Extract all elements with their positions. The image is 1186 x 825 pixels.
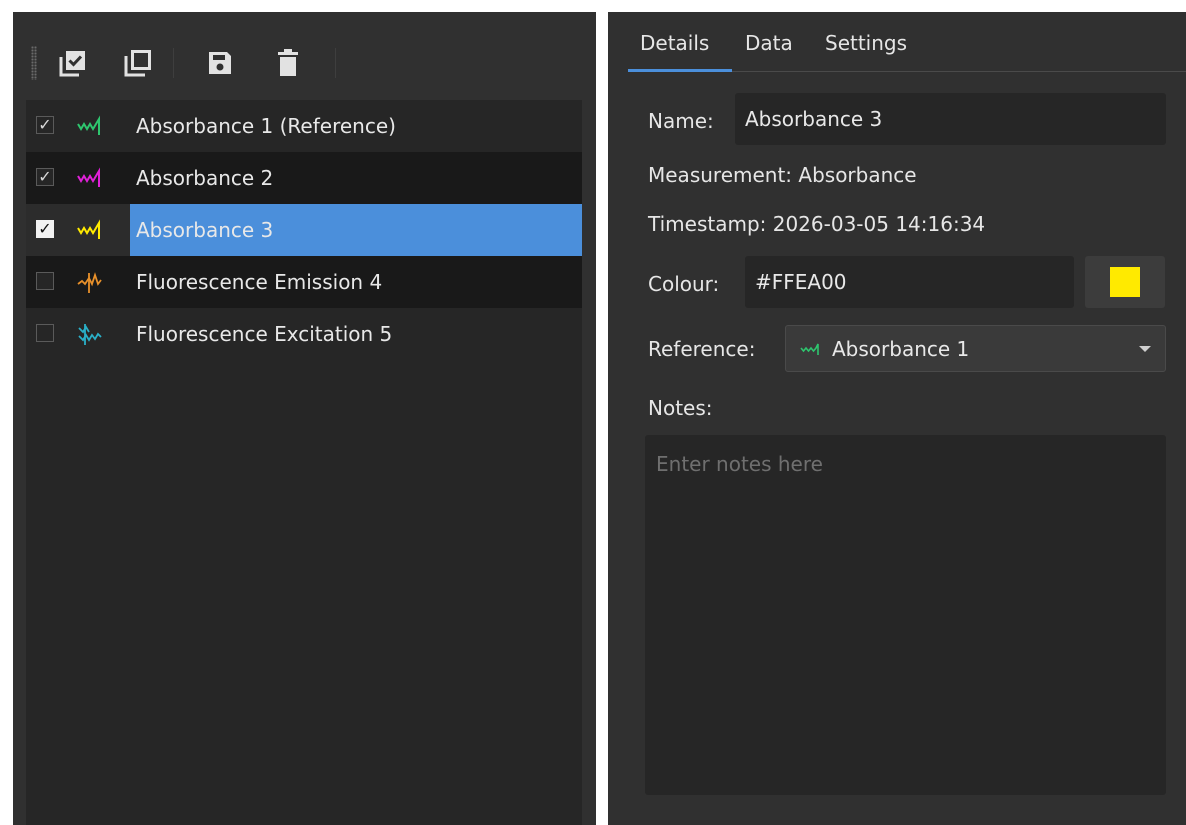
tab-settings[interactable]: Settings [825, 30, 907, 56]
absorbance-wave-icon [77, 167, 100, 187]
measurement-checkbox[interactable] [36, 272, 54, 290]
measurement-row[interactable]: ✓ Absorbance 2 [26, 152, 582, 204]
details-panel: Details Data Settings Name: Absorbance 3… [608, 12, 1186, 825]
measurement-checkbox[interactable]: ✓ [36, 116, 54, 134]
check-all-button[interactable] [55, 45, 91, 81]
save-button[interactable] [202, 45, 238, 81]
reference-dropdown[interactable]: Absorbance 1 [785, 325, 1166, 372]
absorbance-wave-icon [77, 115, 100, 135]
colour-swatch [1110, 267, 1140, 297]
notes-textarea[interactable] [645, 435, 1166, 795]
tab-data[interactable]: Data [745, 30, 793, 56]
name-input[interactable]: Absorbance 3 [735, 93, 1166, 145]
measurement-tree[interactable]: ✓ Absorbance 1 (Reference) ✓ Absorbance … [26, 100, 582, 825]
tab-bar: Details Data Settings [608, 12, 1186, 74]
measurement-label: Absorbance 1 (Reference) [136, 114, 396, 138]
reference-selected-value: Absorbance 1 [832, 337, 970, 361]
delete-button[interactable] [270, 45, 306, 81]
measurement-row[interactable]: Fluorescence Emission 4 [26, 256, 582, 308]
measurement-row[interactable]: ✓ Absorbance 1 (Reference) [26, 100, 582, 152]
tab-details[interactable]: Details [640, 30, 709, 56]
fluorescence-excitation-icon [78, 324, 102, 345]
duplicate-button[interactable] [120, 45, 156, 81]
check-mark: ✓ [38, 167, 52, 186]
measurement-label: Absorbance 2 [136, 166, 274, 190]
list-toolbar [13, 12, 596, 100]
toolbar-grip-handle[interactable] [31, 46, 37, 80]
measurement-type-text: Measurement: Absorbance [648, 163, 917, 187]
absorbance-wave-icon [77, 219, 100, 239]
measurement-row[interactable]: Fluorescence Excitation 5 [26, 308, 582, 360]
measurement-checkbox[interactable]: ✓ [36, 168, 54, 186]
colour-hex-input[interactable]: #FFEA00 [745, 256, 1074, 308]
measurement-label: Fluorescence Emission 4 [136, 270, 383, 294]
check-mark: ✓ [38, 115, 52, 134]
colour-label: Colour: [648, 272, 720, 296]
name-label: Name: [648, 109, 714, 133]
checkbox-checked-icon [59, 51, 85, 77]
toolbar-separator [173, 48, 174, 78]
measurement-checkbox[interactable] [36, 324, 54, 342]
absorbance-wave-icon [800, 343, 819, 355]
active-tab-indicator [628, 69, 732, 72]
reference-label: Reference: [648, 337, 756, 361]
measurement-row-selected[interactable]: ✓ Absorbance 3 [26, 204, 582, 256]
fluorescence-emission-icon [77, 272, 102, 293]
measurement-label: Absorbance 3 [136, 218, 274, 242]
notes-label: Notes: [648, 396, 713, 420]
floppy-disk-icon [209, 52, 231, 74]
colour-picker-button[interactable] [1085, 256, 1165, 308]
measurement-label: Fluorescence Excitation 5 [136, 322, 393, 346]
trash-icon [278, 49, 298, 76]
measurement-list-panel: ✓ Absorbance 1 (Reference) ✓ Absorbance … [13, 12, 596, 825]
toolbar-separator [335, 48, 336, 78]
measurement-checkbox[interactable]: ✓ [36, 220, 54, 238]
check-mark: ✓ [38, 219, 52, 238]
timestamp-text: Timestamp: 2026-03-05 14:16:34 [648, 212, 986, 236]
chevron-down-icon[interactable] [1139, 346, 1151, 352]
copy-icon [124, 50, 151, 77]
